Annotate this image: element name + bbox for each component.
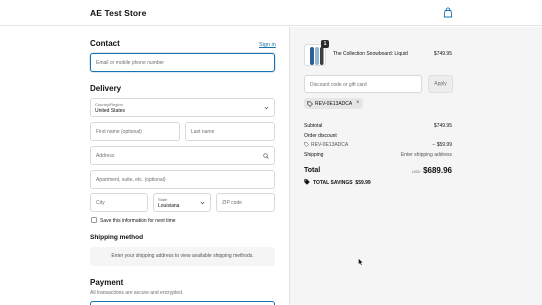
total-savings-label: TOTAL SAVINGS bbox=[313, 179, 353, 186]
tag-icon bbox=[304, 142, 309, 147]
last-name-placeholder: Last name bbox=[191, 128, 215, 135]
quantity-badge: 1 bbox=[321, 40, 329, 48]
chevron-down-icon bbox=[264, 106, 269, 109]
zip-placeholder: ZIP code bbox=[222, 199, 242, 206]
subtotal-value: $749.95 bbox=[433, 123, 452, 129]
chevron-down-icon bbox=[200, 201, 205, 204]
currency-code: USD bbox=[412, 169, 421, 174]
state-select[interactable]: State Louisiana bbox=[153, 193, 211, 212]
bag-icon[interactable] bbox=[443, 7, 453, 18]
payment-heading: Payment bbox=[90, 278, 124, 287]
apply-button[interactable]: Apply bbox=[428, 75, 453, 93]
shipping-value: Enter shipping address bbox=[400, 152, 452, 158]
last-name-field[interactable]: Last name bbox=[185, 122, 275, 141]
country-select[interactable]: Country/Region United States bbox=[90, 98, 275, 117]
email-field[interactable]: Email or mobile phone number bbox=[90, 53, 275, 72]
order-discount-label: Order discount bbox=[304, 133, 337, 139]
savings-tag-icon bbox=[304, 179, 310, 185]
remove-discount-icon[interactable]: × bbox=[356, 100, 360, 106]
order-summary-panel bbox=[289, 27, 542, 305]
state-value: Louisiana bbox=[158, 202, 180, 209]
delivery-heading: Delivery bbox=[90, 84, 122, 93]
shipping-method-heading: Shipping method bbox=[90, 234, 144, 241]
country-value: United States bbox=[95, 107, 126, 114]
subtotal-label: Subtotal bbox=[304, 123, 323, 129]
discount-code-field[interactable]: Discount code or gift card bbox=[304, 75, 422, 93]
apartment-placeholder: Apartment, suite, etc. (optional) bbox=[96, 176, 166, 183]
product-price: $749.95 bbox=[433, 50, 452, 57]
payment-subtitle: All transactions are secure and encrypte… bbox=[90, 290, 184, 296]
country-label: Country/Region bbox=[95, 101, 123, 107]
state-label: State bbox=[158, 196, 168, 202]
shipping-label: Shipping bbox=[304, 152, 324, 158]
first-name-placeholder: First name (optional) bbox=[96, 128, 142, 135]
applied-discount-chip: REV-0E13ADCA × bbox=[304, 98, 363, 109]
address-field[interactable]: Address bbox=[90, 146, 275, 165]
tag-icon bbox=[307, 100, 313, 107]
first-name-field[interactable]: First name (optional) bbox=[90, 122, 180, 141]
shipping-method-message: Enter your shipping address to view avai… bbox=[111, 253, 254, 259]
zip-field[interactable]: ZIP code bbox=[216, 193, 275, 212]
city-placeholder: City bbox=[96, 199, 105, 206]
save-info-label: Save this information for next time bbox=[100, 217, 176, 224]
store-name[interactable]: AE Test Store bbox=[90, 8, 146, 18]
discount-code-label: REV-0E13ADCA bbox=[311, 142, 349, 148]
checkout-header: AE Test Store bbox=[0, 0, 542, 26]
email-placeholder: Email or mobile phone number bbox=[96, 59, 165, 66]
discount-value: − $59.99 bbox=[432, 142, 452, 148]
applied-code: REV-0E13ADCA bbox=[315, 101, 353, 107]
save-info-checkbox[interactable] bbox=[91, 217, 97, 223]
city-field[interactable]: City bbox=[90, 193, 148, 212]
snowboard-image bbox=[310, 47, 324, 65]
contact-heading: Contact bbox=[90, 39, 120, 48]
total-label: Total bbox=[304, 167, 321, 174]
search-icon bbox=[263, 152, 269, 159]
payment-method-box[interactable] bbox=[90, 301, 275, 305]
discount-placeholder: Discount code or gift card bbox=[310, 82, 367, 88]
sign-in-link[interactable]: Sign in bbox=[259, 42, 276, 48]
total-value: $689.96 bbox=[423, 166, 452, 175]
shipping-method-notice: Enter your shipping address to view avai… bbox=[90, 247, 275, 266]
apartment-field[interactable]: Apartment, suite, etc. (optional) bbox=[90, 170, 275, 189]
total-savings: TOTAL SAVINGS $59.99 bbox=[313, 180, 371, 186]
product-name: The Collection Snowboard: Liquid bbox=[333, 50, 408, 57]
address-placeholder: Address bbox=[96, 152, 115, 159]
total-savings-value: $59.99 bbox=[355, 179, 371, 186]
mouse-cursor-icon bbox=[358, 258, 364, 266]
